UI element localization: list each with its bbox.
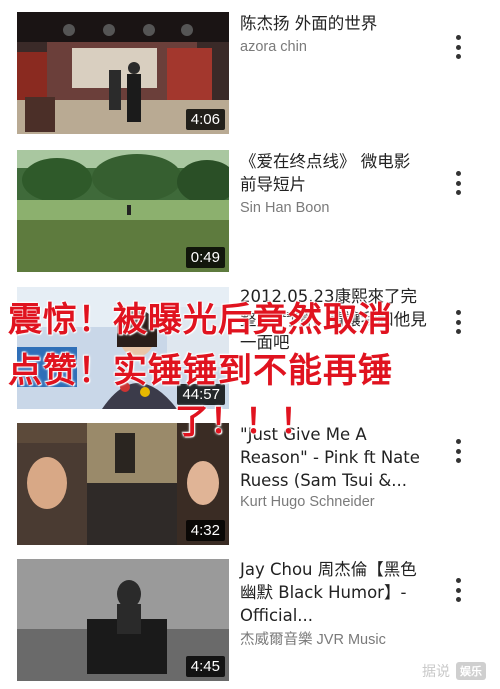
video-item[interactable]: 4:32 "Just Give Me A Reason" - Pink ft N… — [0, 423, 500, 553]
more-vert-icon[interactable] — [446, 436, 470, 466]
watermark-badge: 娱乐 — [456, 662, 486, 680]
video-duration: 4:45 — [185, 656, 225, 677]
video-thumbnail[interactable]: 4:32 — [17, 423, 229, 545]
video-duration: 0:49 — [185, 247, 225, 268]
video-thumbnail[interactable]: 4:06 — [17, 12, 229, 134]
video-title[interactable]: 2012.05.23康熙來了完整版 鬥嘴，請讓我和他見一面吧 — [240, 285, 430, 354]
watermark-text: 据说 — [422, 664, 450, 680]
more-vert-icon[interactable] — [446, 32, 470, 62]
video-item[interactable]: 4:06 陈杰扬 外面的世界 azora chin — [0, 12, 500, 142]
more-vert-icon[interactable] — [446, 307, 470, 337]
more-vert-icon[interactable] — [446, 168, 470, 198]
video-title[interactable]: 《爱在终点线》 微电影 前导短片 — [240, 150, 430, 196]
video-item[interactable]: 0:49 《爱在终点线》 微电影 前导短片 Sin Han Boon — [0, 150, 500, 280]
video-thumbnail[interactable]: 0:49 — [17, 150, 229, 272]
watermark: 据说 娱乐 — [422, 661, 486, 681]
video-title[interactable]: "Just Give Me A Reason" - Pink ft Nate R… — [240, 423, 430, 492]
video-duration: 4:32 — [185, 520, 225, 541]
video-title[interactable]: Jay Chou 周杰倫【黑色幽默 Black Humor】-Official.… — [240, 558, 430, 627]
video-title[interactable]: 陈杰扬 外面的世界 — [240, 12, 430, 35]
video-item[interactable]: 44:57 2012.05.23康熙來了完整版 鬥嘴，請讓我和他見一面吧 — [0, 287, 500, 417]
channel-name[interactable]: Kurt Hugo Schneider — [240, 494, 375, 510]
video-duration: 44:57 — [177, 384, 225, 405]
channel-name[interactable]: Sin Han Boon — [240, 200, 329, 216]
video-thumbnail[interactable]: 44:57 — [17, 287, 229, 409]
channel-name[interactable]: azora chin — [240, 39, 307, 55]
more-vert-icon[interactable] — [446, 575, 470, 605]
video-thumbnail[interactable]: 4:45 — [17, 559, 229, 681]
video-duration: 4:06 — [185, 109, 225, 130]
channel-name[interactable]: 杰威爾音樂 JVR Music — [240, 628, 386, 649]
